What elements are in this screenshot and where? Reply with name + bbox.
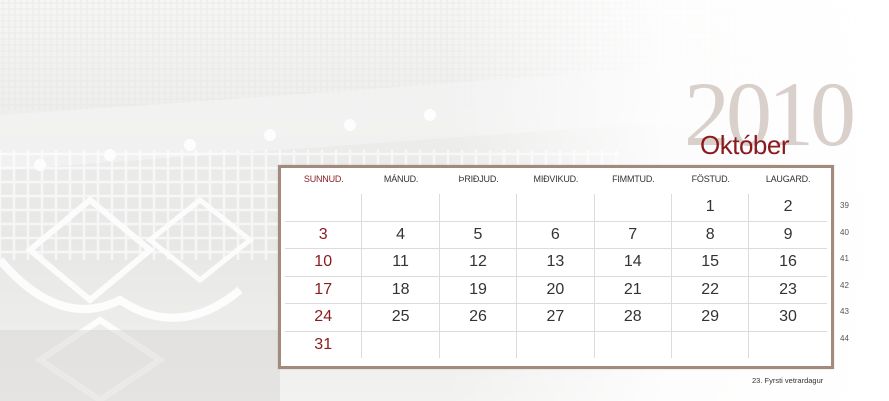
calendar-day-cell: 16 bbox=[779, 253, 797, 270]
calendar-day-cell: 4 bbox=[362, 221, 440, 248]
calendar-day-cell: 19 bbox=[440, 276, 518, 303]
calendar-day-cell: 3 bbox=[285, 221, 363, 248]
calendar-week-row: 345678 9 bbox=[285, 221, 827, 249]
holiday-note: 23. Fyrsti vetrardagur bbox=[752, 376, 824, 385]
calendar-day-cell bbox=[517, 331, 595, 358]
week-number-column: 39 40 41 42 43 44 bbox=[840, 196, 870, 355]
calendar-day-cell: 6 bbox=[517, 221, 595, 248]
week-number: 44 bbox=[840, 333, 849, 343]
calendar-frame: SUNNUD. MÁNUD. ÞRIÐJUD. MIÐVIKUD. FIMMTU… bbox=[278, 165, 834, 369]
calendar-day-cell bbox=[362, 194, 440, 221]
calendar-week-row: 10 11 12 13 14 15 16 bbox=[285, 249, 827, 277]
calendar-day-cell: 20 bbox=[517, 276, 595, 303]
calendar-day-cell bbox=[595, 194, 672, 221]
calendar-day-cell: 10 bbox=[285, 249, 363, 276]
calendar-day-cell: 27 bbox=[517, 304, 595, 331]
calendar-day-cell bbox=[517, 194, 595, 221]
calendar-day-cell bbox=[440, 194, 518, 221]
calendar-day-cell: 1 bbox=[672, 194, 750, 221]
calendar-day-cell: 18 bbox=[362, 276, 440, 303]
calendar-day-cell: 25 bbox=[362, 304, 440, 331]
weekday-label: ÞRIÐJUD. bbox=[458, 174, 499, 184]
calendar-day-cell: 21 bbox=[595, 276, 672, 303]
weekday-label: FIMMTUD. bbox=[612, 174, 655, 184]
week-number: 41 bbox=[840, 254, 849, 263]
calendar-day-cell: 2 bbox=[783, 198, 793, 215]
week-number: 43 bbox=[840, 307, 849, 316]
calendar-day-cell: 13 bbox=[517, 249, 595, 276]
calendar-day-cell: 8 bbox=[672, 221, 750, 248]
calendar-day-cell: 17 bbox=[285, 276, 363, 303]
calendar-day-cell: 23 bbox=[779, 280, 797, 298]
weekday-header: SUNNUD. MÁNUD. ÞRIÐJUD. MIÐVIKUD. FIMMTU… bbox=[285, 174, 827, 194]
calendar-day-cell: 24 bbox=[285, 304, 363, 331]
calendar-week-row: 17 18 19 20 21 22 23 bbox=[285, 276, 827, 304]
calendar-day-cell: 30 bbox=[779, 308, 797, 325]
calendar-month: Október bbox=[700, 130, 790, 160]
weekday-label: MIÐVIKUD. bbox=[533, 174, 579, 184]
calendar-day-cell: 7 bbox=[595, 221, 672, 248]
week-number: 42 bbox=[840, 280, 849, 290]
calendar-day-cell: 5 bbox=[440, 221, 518, 248]
weekday-label: SUNNUD. bbox=[303, 174, 344, 184]
calendar-day-cell: 29 bbox=[672, 304, 750, 331]
calendar-day-cell: 22 bbox=[672, 276, 750, 303]
calendar-week-row: 12 bbox=[285, 194, 827, 222]
calendar-day-cell: 31 bbox=[285, 331, 363, 358]
calendar-day-cell bbox=[749, 332, 826, 359]
calendar-grid: SUNNUD. MÁNUD. ÞRIÐJUD. MIÐVIKUD. FIMMTU… bbox=[285, 174, 827, 360]
calendar-day-cell: 9 bbox=[783, 225, 793, 243]
calendar-day-cell: 28 bbox=[595, 304, 672, 331]
calendar-day-cell bbox=[362, 331, 440, 358]
calendar-day-cell: 14 bbox=[595, 249, 672, 276]
calendar-day-cell: 12 bbox=[440, 249, 518, 276]
calendar-day-cell bbox=[440, 331, 518, 358]
weekday-label: FÖSTUD. bbox=[691, 174, 730, 184]
weekday-label: LAUGARD. bbox=[765, 174, 811, 184]
calendar-day-cell: 11 bbox=[362, 249, 440, 276]
calendar-week-row: 31 bbox=[285, 331, 827, 359]
week-number: 40 bbox=[840, 227, 849, 237]
week-number: 39 bbox=[840, 201, 849, 210]
calendar-day-cell: 26 bbox=[440, 304, 518, 331]
calendar-day-cell bbox=[285, 194, 363, 221]
calendar-week-row: 24 25 26 27 28 29 30 bbox=[285, 304, 827, 332]
calendar-day-cell bbox=[672, 331, 750, 358]
weekday-label: MÁNUD. bbox=[383, 174, 419, 184]
calendar-day-cell bbox=[595, 331, 672, 358]
calendar-day-cell: 15 bbox=[672, 249, 750, 276]
